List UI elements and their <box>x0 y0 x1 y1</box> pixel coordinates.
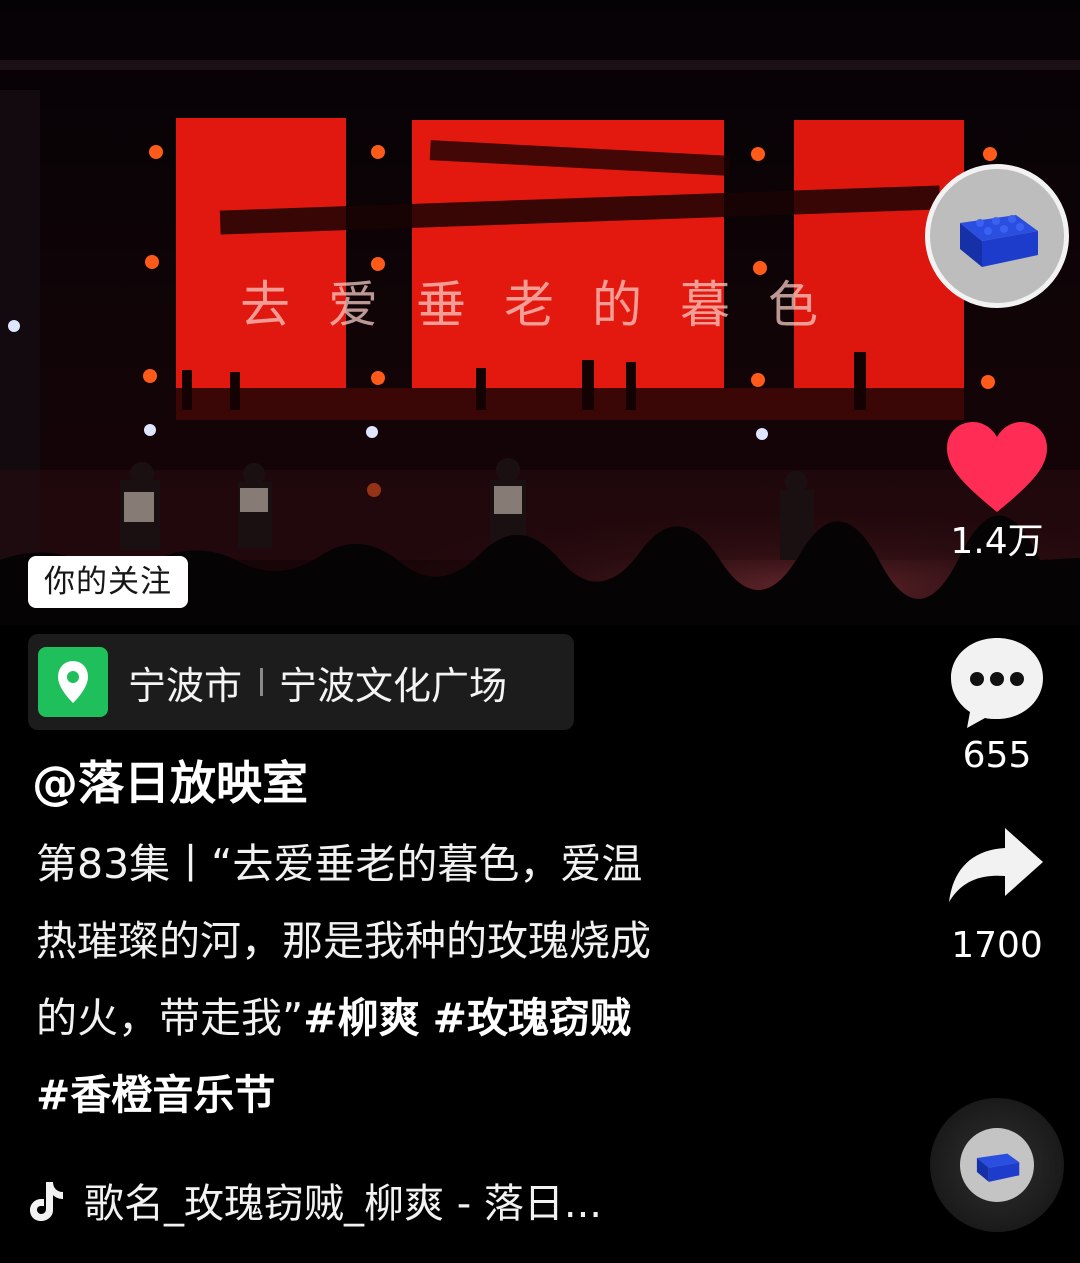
heart-icon <box>947 422 1047 512</box>
location-chip[interactable]: 宁波市 宁波文化广场 <box>28 634 574 730</box>
location-city: 宁波市 <box>128 663 243 708</box>
location-place: 宁波文化广场 <box>279 663 508 708</box>
hashtag-link[interactable]: #柳爽 <box>303 994 419 1042</box>
hashtag-link[interactable]: #香橙音乐节 <box>36 1071 275 1119</box>
caption-line: 的火，带走我”#柳爽 #玫瑰窃贼 <box>36 980 796 1057</box>
music-disc-cover <box>960 1128 1034 1202</box>
location-pin-icon <box>38 647 108 717</box>
avatar-brick-image <box>960 215 1038 267</box>
author-avatar[interactable] <box>925 164 1069 308</box>
caption-line: 第83集丨“去爱垂老的暮色，爱温 <box>36 840 643 888</box>
share-icon <box>949 828 1043 902</box>
hashtag-link[interactable]: #玫瑰窃贼 <box>433 994 631 1042</box>
comment-count: 655 <box>962 735 1032 776</box>
music-bar[interactable]: 歌名_玫瑰窃贼_柳爽 - 落日... <box>26 1170 602 1230</box>
like-button[interactable]: 1.4万 <box>930 420 1064 564</box>
caption-line: 热璀璨的河，那是我种的玫瑰烧成 <box>36 917 651 965</box>
concert-stage-scene: 去爱垂老的暮色 <box>0 0 1080 625</box>
disc-brick-image <box>976 1153 1020 1182</box>
comment-icon <box>951 638 1043 728</box>
location-divider <box>260 668 264 696</box>
author-name[interactable]: @落日放映室 <box>32 752 308 814</box>
stage-screen-text: 去爱垂老的暮色 <box>240 276 856 334</box>
share-button[interactable]: 1700 <box>930 826 1064 968</box>
music-disc-icon[interactable] <box>930 1098 1064 1232</box>
post-caption: 第83集丨“去爱垂老的暮色，爱温 热璀璨的河，那是我种的玫瑰烧成 的火，带走我”… <box>36 826 796 1134</box>
share-count: 1700 <box>951 925 1043 966</box>
caption-line-text: 的火，带走我” <box>36 994 304 1042</box>
following-badge: 你的关注 <box>28 556 188 608</box>
music-note-icon <box>30 1182 63 1221</box>
comment-button[interactable]: 655 <box>930 634 1064 778</box>
like-count: 1.4万 <box>950 521 1044 562</box>
video-player[interactable]: 去爱垂老的暮色 <box>0 0 1080 625</box>
music-title: 歌名_玫瑰窃贼_柳爽 - 落日... <box>84 1181 603 1227</box>
caption-line: #香橙音乐节 <box>36 1057 796 1134</box>
